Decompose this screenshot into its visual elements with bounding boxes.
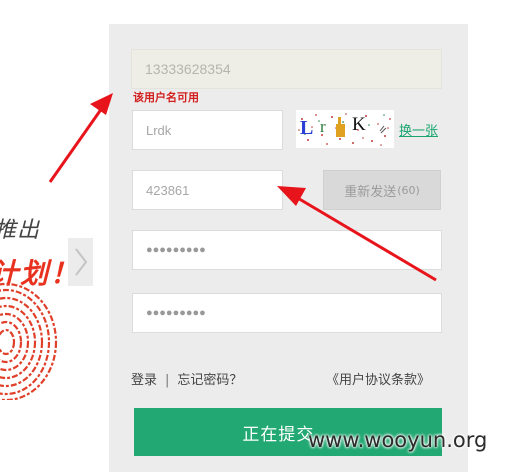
resend-countdown: (60) bbox=[397, 183, 420, 197]
captcha-image[interactable]: L r K bbox=[296, 110, 394, 148]
resend-label: 重新发送 bbox=[344, 184, 397, 200]
fingerprint-icon bbox=[0, 282, 58, 400]
username-available-hint: 该用户名可用 bbox=[133, 91, 199, 104]
account-links: 登录 | 忘记密码？ bbox=[131, 369, 242, 388]
promo-banner: 推出 计划！ bbox=[0, 0, 108, 472]
svg-text:K: K bbox=[352, 114, 366, 135]
password-field[interactable] bbox=[132, 230, 442, 270]
svg-text:r: r bbox=[320, 117, 326, 136]
watermark-text: www.wooyun.org bbox=[308, 428, 488, 452]
resend-code-button[interactable]: 重新发送 (60) bbox=[323, 170, 441, 210]
phone-number-field[interactable] bbox=[131, 49, 442, 89]
login-link[interactable]: 登录 bbox=[131, 373, 157, 388]
sms-code-input[interactable] bbox=[132, 170, 283, 210]
user-agreement-link[interactable]: 《用户协议条款》 bbox=[326, 369, 430, 388]
refresh-captcha-link[interactable]: 换一张 bbox=[399, 120, 438, 139]
link-separator: | bbox=[165, 373, 170, 388]
forgot-password-link[interactable]: 忘记密码？ bbox=[177, 373, 242, 388]
banner-text-line1: 推出 bbox=[0, 218, 41, 243]
slider-next-button[interactable] bbox=[68, 238, 93, 286]
captcha-input[interactable] bbox=[132, 110, 283, 150]
chevron-right-icon bbox=[74, 248, 87, 276]
confirm-password-field[interactable] bbox=[132, 293, 442, 333]
captcha-graphic: L r K bbox=[298, 113, 391, 146]
svg-text:L: L bbox=[300, 117, 313, 139]
